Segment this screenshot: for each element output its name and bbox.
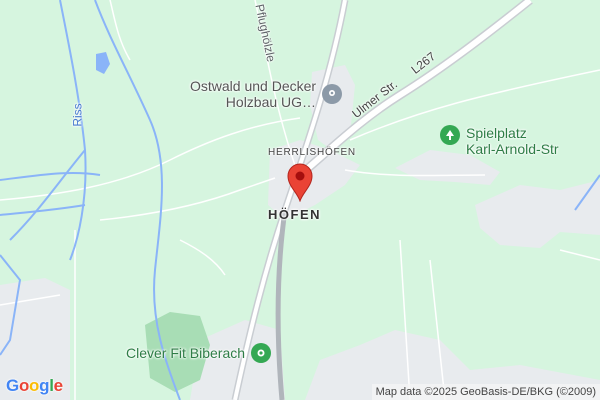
pond xyxy=(96,52,110,74)
poi-spielplatz-text: Spielplatz Karl-Arnold-Str xyxy=(466,125,559,157)
map-marker-icon[interactable] xyxy=(286,162,314,203)
poi-ostwald-decker[interactable]: Ostwald und Decker Holzbau UG… xyxy=(190,78,343,110)
tree-icon xyxy=(440,125,460,145)
poi-spielplatz-line2: Karl-Arnold-Str xyxy=(466,141,559,157)
location-pin-icon xyxy=(322,84,343,104)
google-logo[interactable]: Google xyxy=(6,376,63,396)
fitness-icon xyxy=(251,343,272,363)
poi-spielplatz[interactable]: Spielplatz Karl-Arnold-Str xyxy=(440,125,559,157)
poi-ostwald-text: Ostwald und Decker Holzbau UG… xyxy=(190,78,316,110)
poi-ostwald-line2: Holzbau UG… xyxy=(225,94,317,110)
poi-spielplatz-line1: Spielplatz xyxy=(466,125,527,141)
poi-clever-fit[interactable]: Clever Fit Biberach xyxy=(126,343,272,363)
river-label-riss: Riss xyxy=(70,103,85,127)
urban-area xyxy=(475,180,600,248)
locality-label-hoefen: HÖFEN xyxy=(268,207,321,222)
poi-clever-fit-label: Clever Fit Biberach xyxy=(126,345,246,361)
google-logo-text: Google xyxy=(6,376,63,395)
map-view[interactable]: Pflughölzle Riss Ulmer Str. L267 HERRLIS… xyxy=(0,0,600,400)
poi-ostwald-line1: Ostwald und Decker xyxy=(190,78,317,94)
map-attribution[interactable]: Map data ©2025 GeoBasis-DE/BKG (©2009) xyxy=(371,384,600,400)
locality-label-herrlishoefen: HERRLISHÖFEN xyxy=(268,147,356,158)
